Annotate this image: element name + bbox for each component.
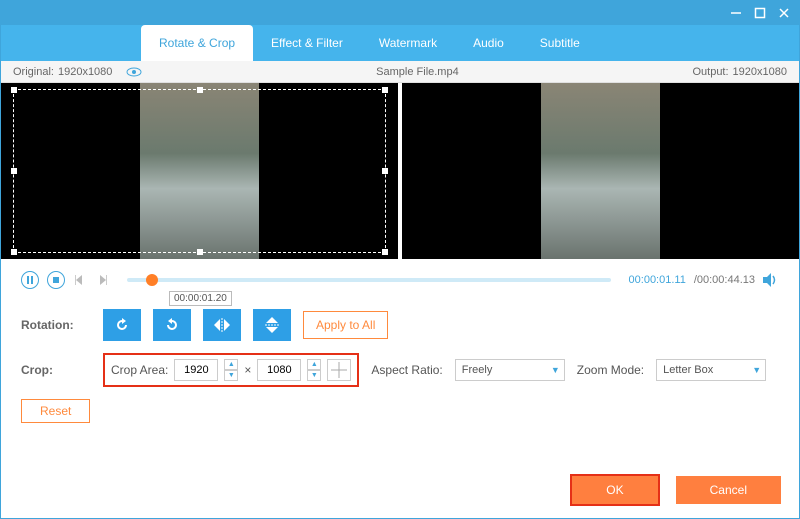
time-current: 00:00:01.11 [629, 274, 686, 286]
chevron-down-icon: ▼ [752, 365, 761, 375]
preview-row [1, 83, 799, 259]
aspect-ratio-value: Freely [462, 364, 493, 376]
prev-frame-button[interactable] [73, 273, 87, 287]
minimize-icon[interactable] [729, 6, 743, 20]
crop-x-separator: × [244, 363, 251, 377]
crop-handle-mr[interactable] [382, 168, 388, 174]
crop-height-spinner[interactable]: ▲▼ [307, 359, 321, 381]
tab-rotate-crop[interactable]: Rotate & Crop [141, 25, 253, 61]
output-label: Output: [692, 66, 728, 78]
crop-section: Crop: Crop Area: ▲▼ × ▲▼ Aspect Ratio: F… [1, 349, 799, 395]
crop-area-label: Crop Area: [111, 363, 168, 377]
infobar: Original: 1920x1080 Sample File.mp4 Outp… [1, 61, 799, 83]
zoom-mode-select[interactable]: Letter Box ▼ [656, 359, 766, 381]
flip-horizontal-button[interactable] [203, 309, 241, 341]
crop-area-highlight: Crop Area: ▲▼ × ▲▼ [103, 353, 359, 387]
crop-handle-bl[interactable] [11, 249, 17, 255]
editor-window: Rotate & Crop Effect & Filter Watermark … [0, 0, 800, 519]
preview-output [402, 83, 799, 259]
preview-eye-icon[interactable] [126, 67, 142, 77]
crop-handle-br[interactable] [382, 249, 388, 255]
time-tooltip: 00:00:01.20 [169, 291, 232, 306]
rotate-cw-button[interactable] [153, 309, 191, 341]
video-thumb-right [541, 83, 660, 259]
preview-original[interactable] [1, 83, 402, 259]
tab-subtitle[interactable]: Subtitle [522, 25, 598, 61]
crop-label: Crop: [21, 363, 91, 377]
footer: OK Cancel [570, 474, 781, 506]
crop-handle-ml[interactable] [11, 168, 17, 174]
crop-width-spinner[interactable]: ▲▼ [224, 359, 238, 381]
tabbar: Rotate & Crop Effect & Filter Watermark … [1, 25, 799, 61]
chevron-down-icon: ▼ [551, 365, 560, 375]
timeline[interactable] [127, 278, 611, 282]
ok-button[interactable]: OK [570, 474, 659, 506]
tab-effect-filter[interactable]: Effect & Filter [253, 25, 361, 61]
rotation-label: Rotation: [21, 318, 91, 332]
chevron-up-icon[interactable]: ▲ [224, 359, 238, 370]
volume-icon[interactable] [763, 273, 779, 287]
crop-handle-bm[interactable] [197, 249, 203, 255]
time-total: /00:00:44.13 [694, 274, 755, 286]
tab-watermark[interactable]: Watermark [361, 25, 455, 61]
playhead[interactable] [146, 274, 158, 286]
playback-controls: 00:00:01.11/00:00:44.13 00:00:01.20 [1, 259, 799, 301]
output-resolution: 1920x1080 [733, 66, 787, 78]
crop-handle-tl[interactable] [11, 87, 17, 93]
chevron-down-icon[interactable]: ▼ [307, 370, 321, 381]
maximize-icon[interactable] [753, 6, 767, 20]
next-frame-button[interactable] [95, 273, 109, 287]
original-label: Original: [13, 66, 54, 78]
crop-handle-tm[interactable] [197, 87, 203, 93]
pause-button[interactable] [21, 271, 39, 289]
reset-button[interactable]: Reset [21, 399, 90, 423]
aspect-ratio-select[interactable]: Freely ▼ [455, 359, 565, 381]
chevron-up-icon[interactable]: ▲ [307, 359, 321, 370]
close-icon[interactable] [777, 6, 791, 20]
crop-width-input[interactable] [174, 359, 218, 381]
aspect-ratio-label: Aspect Ratio: [371, 363, 442, 377]
original-resolution: 1920x1080 [58, 66, 112, 78]
rotate-ccw-button[interactable] [103, 309, 141, 341]
flip-vertical-button[interactable] [253, 309, 291, 341]
crop-height-input[interactable] [257, 359, 301, 381]
zoom-mode-label: Zoom Mode: [577, 363, 644, 377]
stop-button[interactable] [47, 271, 65, 289]
apply-to-all-button[interactable]: Apply to All [303, 311, 388, 339]
tab-audio[interactable]: Audio [455, 25, 522, 61]
crop-frame[interactable] [13, 89, 386, 253]
filename: Sample File.mp4 [376, 66, 459, 78]
cancel-button[interactable]: Cancel [676, 476, 781, 504]
chevron-down-icon[interactable]: ▼ [224, 370, 238, 381]
crop-handle-tr[interactable] [382, 87, 388, 93]
zoom-mode-value: Letter Box [663, 364, 713, 376]
titlebar [1, 1, 799, 25]
rotation-section: Rotation: Apply to All [1, 301, 799, 349]
crop-position-icon[interactable] [327, 359, 351, 381]
